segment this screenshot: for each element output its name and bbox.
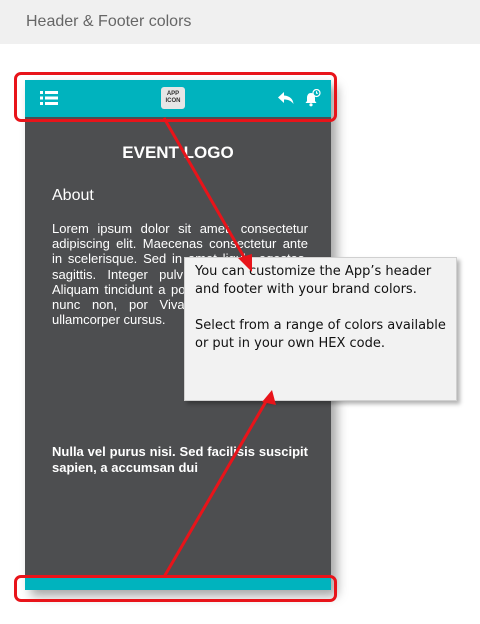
top-bar: Header & Footer colors — [0, 0, 480, 44]
section-title: About — [52, 187, 94, 204]
about-bold-text: Nulla vel purus nisi. Sed facilisis susc… — [52, 444, 308, 475]
event-logo: EVENT LOGO — [122, 143, 234, 162]
footer-highlight-box — [14, 575, 337, 602]
callout-text-customize: You can customize the App’s header and f… — [195, 264, 432, 297]
callout-tooltip: You can customize the App’s header and f… — [184, 257, 457, 401]
header-highlight-box — [14, 72, 337, 122]
callout-text-select: Select from a range of colors available … — [195, 318, 446, 351]
page-title: Header & Footer colors — [26, 13, 192, 30]
